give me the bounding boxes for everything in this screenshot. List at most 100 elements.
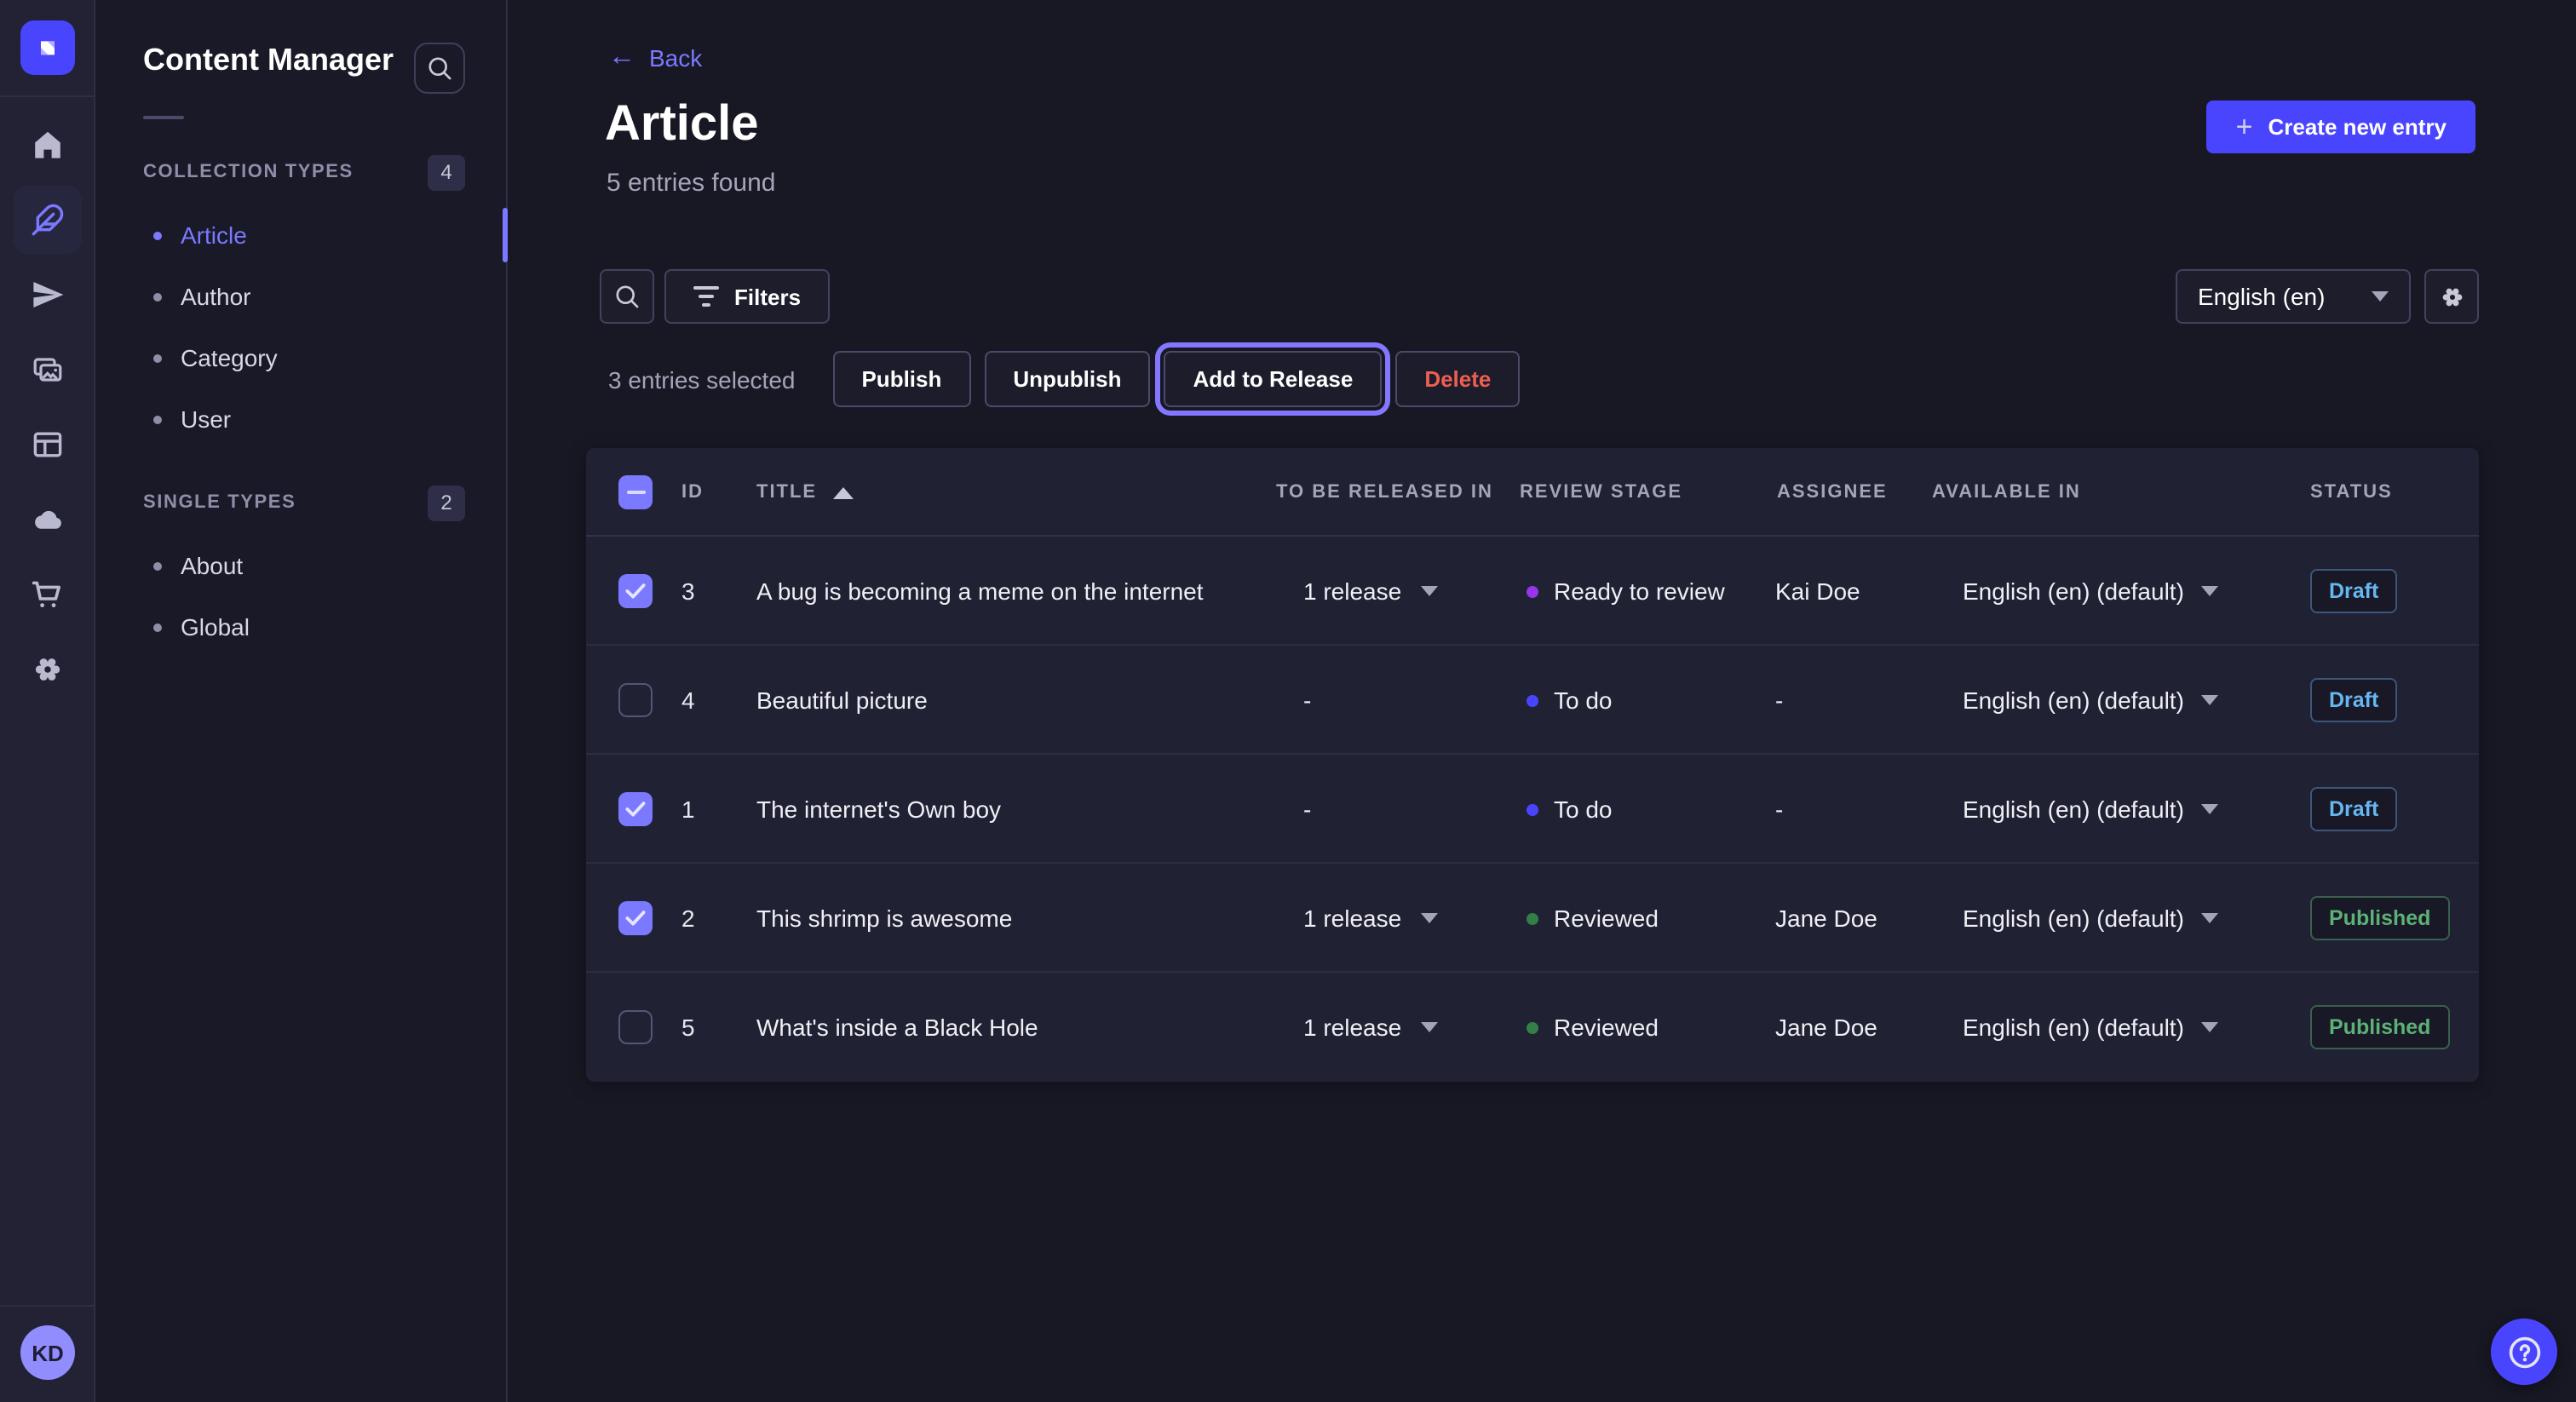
cell-available-in[interactable]: English (en) (default): [1963, 864, 2218, 973]
cell-available-in[interactable]: English (en) (default): [1963, 973, 2218, 1082]
table-row: 4 Beautiful picture - To do - English (e…: [586, 646, 2479, 755]
table-header-row: ID TITLE TO BE RELEASED IN REVIEW STAGE …: [586, 448, 2479, 537]
sidebar-item-category[interactable]: Category: [95, 327, 506, 388]
cell-available-in[interactable]: English (en) (default): [1963, 755, 2218, 864]
sidebar-divider: [143, 116, 184, 119]
sidebar-item-global[interactable]: Global: [95, 596, 506, 658]
user-avatar[interactable]: KD: [20, 1325, 75, 1380]
search-icon: [613, 283, 641, 310]
check-icon: [625, 583, 646, 600]
publish-button[interactable]: Publish: [832, 351, 970, 407]
filters-button[interactable]: Filters: [664, 269, 830, 324]
sidebar-item-user[interactable]: User: [95, 388, 506, 450]
search-icon: [426, 55, 453, 82]
row-checkbox[interactable]: [618, 1010, 653, 1044]
main-content: ← Back Article 5 entries found + Create …: [508, 0, 2576, 1402]
sidebar-section: SINGLE TYPES 2 About Global: [95, 484, 506, 658]
chevron-down-icon: [1420, 586, 1437, 596]
column-header-assignee[interactable]: ASSIGNEE: [1777, 448, 1888, 537]
column-header-status[interactable]: STATUS: [2310, 448, 2393, 537]
entries-count: 5 entries found: [607, 169, 776, 198]
cloud-icon[interactable]: [14, 486, 82, 554]
cell-assignee: -: [1775, 646, 1783, 755]
stage-dot-icon: [1527, 1021, 1538, 1033]
cell-to-be-released-in[interactable]: -: [1303, 755, 1311, 864]
cell-to-be-released-in[interactable]: 1 release: [1303, 973, 1437, 1082]
cell-title[interactable]: Beautiful picture: [756, 646, 928, 755]
cell-title[interactable]: This shrimp is awesome: [756, 864, 1012, 973]
column-header-title[interactable]: TITLE: [756, 448, 853, 537]
cell-available-in[interactable]: English (en) (default): [1963, 537, 2218, 646]
stage-dot-icon: [1527, 694, 1538, 706]
sidebar-section-count-badge: 2: [428, 485, 465, 520]
marketplace-cart-icon[interactable]: [14, 560, 82, 629]
view-settings-gear-button[interactable]: [2424, 269, 2479, 324]
list-toolbar-left: Filters: [600, 269, 830, 324]
cell-available-in[interactable]: English (en) (default): [1963, 646, 2218, 755]
sidebar-item-article[interactable]: Article: [95, 204, 506, 266]
bullet-icon: [153, 561, 162, 570]
content-manager-sidebar: Content Manager COLLECTION TYPES 4 Artic…: [95, 0, 508, 1402]
column-header-to-be-released-in[interactable]: TO BE RELEASED IN: [1276, 448, 1493, 537]
sidebar-search-button[interactable]: [414, 43, 465, 94]
cell-to-be-released-in[interactable]: 1 release: [1303, 537, 1437, 646]
home-icon[interactable]: [14, 111, 82, 179]
locale-select[interactable]: English (en): [2176, 269, 2411, 324]
row-checkbox[interactable]: [618, 792, 653, 826]
rail-divider-bottom: [0, 1305, 95, 1307]
back-link[interactable]: ← Back: [608, 44, 702, 72]
status-badge: Published: [2310, 1005, 2449, 1049]
help-button[interactable]: [2491, 1319, 2557, 1385]
cell-review-stage: To do: [1527, 646, 1613, 755]
create-new-entry-button[interactable]: + Create new entry: [2207, 101, 2475, 153]
content-type-builder-icon[interactable]: [14, 411, 82, 479]
releases-icon[interactable]: [14, 261, 82, 329]
cell-title[interactable]: What's inside a Black Hole: [756, 973, 1038, 1082]
delete-button[interactable]: Delete: [1395, 351, 1520, 407]
row-checkbox[interactable]: [618, 901, 653, 935]
settings-gear-icon[interactable]: [14, 635, 82, 704]
column-header-available-in[interactable]: AVAILABLE IN: [1932, 448, 2081, 537]
cell-to-be-released-in[interactable]: 1 release: [1303, 864, 1437, 973]
row-checkbox[interactable]: [618, 683, 653, 717]
cell-id: 4: [681, 646, 695, 755]
select-all-checkbox[interactable]: [618, 475, 653, 509]
bullet-icon: [153, 353, 162, 362]
strapi-logo[interactable]: [20, 20, 75, 75]
cell-title[interactable]: A bug is becoming a meme on the internet: [756, 537, 1204, 646]
column-header-review-stage[interactable]: REVIEW STAGE: [1520, 448, 1682, 537]
page-title: Article: [605, 97, 759, 153]
cell-assignee: Jane Doe: [1775, 973, 1877, 1082]
selection-actions-bar: 3 entries selected Publish Unpublish Add…: [608, 351, 2479, 407]
table-row: 5 What's inside a Black Hole 1 release R…: [586, 973, 2479, 1082]
cell-assignee: Kai Doe: [1775, 537, 1860, 646]
sidebar-item-author[interactable]: Author: [95, 266, 506, 327]
status-badge: Published: [2310, 896, 2449, 940]
add-to-release-button[interactable]: Add to Release: [1164, 351, 1382, 407]
list-toolbar-right: English (en): [2176, 269, 2479, 324]
back-label: Back: [649, 44, 702, 72]
sidebar-item-about[interactable]: About: [95, 535, 506, 596]
cell-assignee: Jane Doe: [1775, 864, 1877, 973]
chevron-down-icon: [1420, 913, 1437, 923]
entries-table: ID TITLE TO BE RELEASED IN REVIEW STAGE …: [586, 448, 2479, 1082]
cell-id: 1: [681, 755, 695, 864]
rail-divider: [0, 95, 95, 97]
content-manager-icon[interactable]: [14, 186, 82, 254]
table-body: 3 A bug is becoming a meme on the intern…: [586, 537, 2479, 1082]
chevron-down-icon: [2201, 804, 2218, 814]
cell-id: 5: [681, 973, 695, 1082]
table-row: 2 This shrimp is awesome 1 release Revie…: [586, 864, 2479, 973]
media-library-icon[interactable]: [14, 336, 82, 404]
search-entries-button[interactable]: [600, 269, 654, 324]
status-badge: Draft: [2310, 787, 2397, 831]
gear-icon: [2437, 282, 2466, 311]
bullet-icon: [153, 231, 162, 239]
column-header-id[interactable]: ID: [681, 448, 704, 537]
cell-title[interactable]: The internet's Own boy: [756, 755, 1001, 864]
cell-to-be-released-in[interactable]: -: [1303, 646, 1311, 755]
row-checkbox[interactable]: [618, 574, 653, 608]
cell-review-stage: Ready to review: [1527, 537, 1725, 646]
unpublish-button[interactable]: Unpublish: [984, 351, 1150, 407]
chevron-down-icon: [1420, 1022, 1437, 1032]
